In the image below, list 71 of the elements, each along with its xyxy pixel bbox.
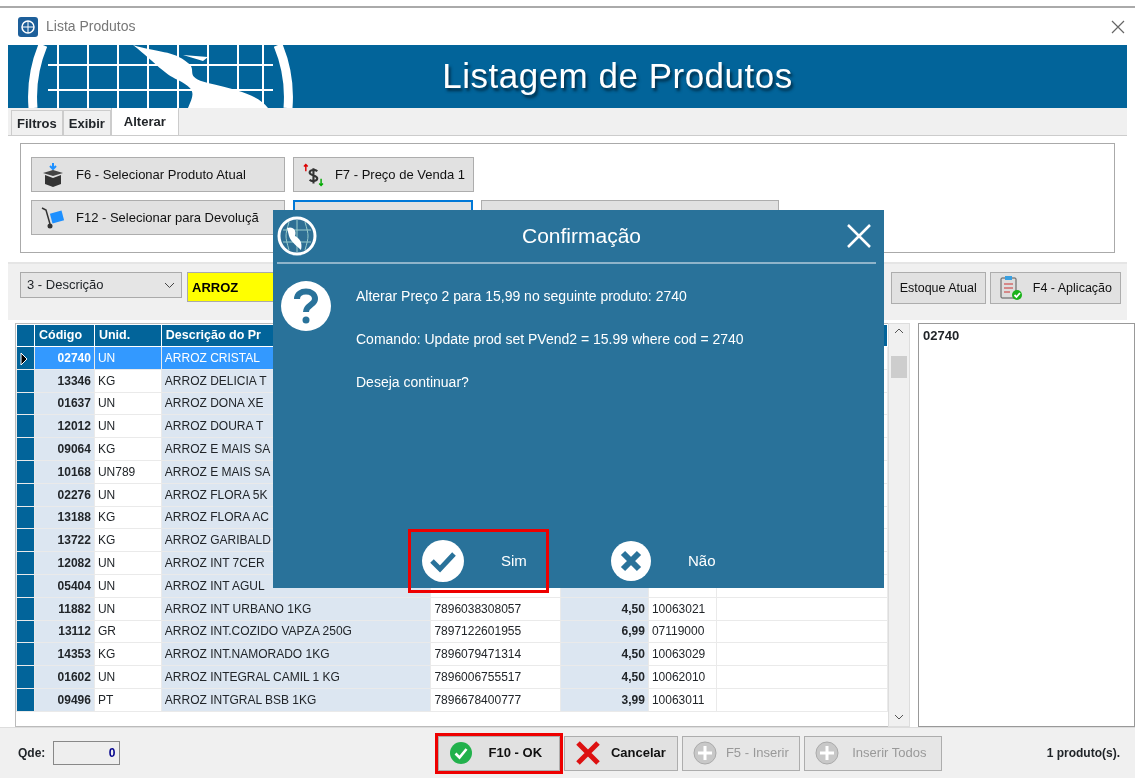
message-text: Comando: Update prod set PVend2 = 15.99 where cod = 2740 — [356, 330, 744, 349]
cross-icon — [610, 540, 652, 582]
footer-button[interactable]: Cancelar — [564, 735, 679, 771]
check-icon — [449, 741, 474, 765]
window-title: Lista Produtos — [46, 17, 136, 36]
table-cell: ARROZ INTGRAL BSB 1KG — [161, 688, 431, 712]
table-cell: UN — [94, 414, 162, 438]
dialog-title: Confirmação — [520, 223, 643, 250]
table-cell: ARROZ INT.COZIDO VAPZA 250G — [161, 620, 431, 643]
table-cell: ARROZ INT.NAMORADO 1KG — [161, 642, 431, 666]
close-icon[interactable] — [1111, 19, 1125, 34]
table-cell: ARROZ INT URBANO 1KG — [161, 597, 431, 621]
column-header[interactable]: Código — [34, 324, 95, 347]
table-cell: ARROZ INTEGRAL CAMIL 1 KG — [161, 665, 431, 689]
clipboard-icon — [998, 275, 1023, 301]
cart-icon — [40, 205, 66, 230]
detail-code: 02740 — [923, 328, 960, 343]
table-cell: KG — [94, 506, 162, 529]
globe-icon — [277, 216, 317, 256]
scroll-down-icon[interactable] — [894, 712, 904, 722]
message-text: Alterar Preço 2 para 15,99 no seguinte produto: 2740 — [356, 287, 688, 306]
table-cell: 07119000 — [648, 620, 717, 643]
tab[interactable]: Filtros — [11, 109, 63, 135]
plus-icon — [815, 741, 840, 765]
table-cell: UN — [94, 392, 162, 415]
table-cell: UN — [94, 574, 162, 598]
table-cell: UN789 — [94, 460, 162, 484]
tab[interactable]: Exibir — [62, 109, 111, 135]
table-cell: 10063029 — [648, 642, 717, 666]
table-cell: 10062010 — [648, 665, 717, 689]
column-header[interactable]: Unid. — [94, 324, 162, 347]
qty-label: Qde: — [18, 745, 46, 762]
banner-title: Listagem de Produtos — [442, 55, 793, 98]
table-cell: UN — [94, 665, 162, 689]
footer-button[interactable]: F10 - OK — [438, 735, 561, 771]
cross-icon — [575, 740, 602, 766]
action-button[interactable]: F6 - Selecionar Produto Atual — [31, 157, 285, 192]
table-cell: UN — [94, 597, 162, 621]
table-cell: 7897122601955 — [430, 620, 561, 643]
row-header[interactable] — [16, 346, 35, 370]
chevron-down-icon — [164, 281, 175, 289]
app-icon — [18, 16, 38, 37]
plus-icon — [693, 741, 718, 765]
action-button[interactable]: F12 - Selecionar para Devoluçã — [31, 200, 285, 235]
table-cell: 7896678400777 — [430, 688, 561, 712]
table-cell: 7896006755517 — [430, 665, 561, 689]
table-cell: GR — [94, 620, 162, 643]
dollar-icon — [302, 162, 325, 187]
table-cell: KG — [94, 528, 162, 552]
table-cell: 7896038308057 — [430, 597, 561, 621]
row-pointer-icon — [20, 351, 28, 366]
table-cell: KG — [94, 642, 162, 666]
table-cell: KG — [94, 369, 162, 393]
scrollbar[interactable] — [888, 323, 910, 727]
dialog-button[interactable]: Não — [600, 532, 735, 590]
table-cell: 10063011 — [648, 688, 717, 712]
field-combo[interactable]: 3 - Descrição — [20, 272, 182, 298]
table-cell: UN — [94, 483, 162, 507]
tab[interactable]: Alterar — [110, 106, 179, 135]
table-cell: KG — [94, 437, 162, 461]
side-button[interactable]: F4 - Aplicação — [989, 272, 1121, 304]
table-cell: UN — [94, 551, 162, 575]
check-icon — [421, 539, 465, 583]
table-cell: PT — [94, 688, 162, 712]
side-button[interactable]: Estoque Atual — [890, 272, 986, 304]
action-button[interactable]: F7 - Preço de Venda 1 — [293, 157, 474, 192]
scroll-thumb[interactable] — [891, 356, 907, 378]
table-cell: 10063021 — [648, 597, 717, 621]
table-cell: 7896079471314 — [430, 642, 561, 666]
product-count: 1 produto(s). — [1046, 745, 1120, 762]
qty-field[interactable]: 0 — [53, 741, 121, 765]
